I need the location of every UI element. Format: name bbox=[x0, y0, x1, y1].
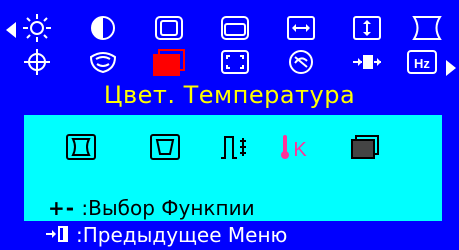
k-label: K bbox=[293, 139, 307, 161]
degauss-icon[interactable] bbox=[284, 47, 318, 77]
frequency-label: Hz bbox=[414, 56, 430, 71]
parallelogram-sub-icon[interactable] bbox=[218, 132, 252, 162]
osd-menu: Hz Цвет. Температура K +-:Выбор Функпии… bbox=[0, 0, 459, 250]
rotation-icon[interactable] bbox=[20, 47, 54, 77]
v-position-icon[interactable] bbox=[350, 13, 384, 43]
contrast-icon[interactable] bbox=[86, 13, 120, 43]
pincushion-sub-icon[interactable] bbox=[64, 132, 98, 162]
input-source-icon[interactable] bbox=[350, 47, 384, 77]
h-size-icon[interactable] bbox=[152, 13, 186, 43]
h-position-icon[interactable] bbox=[284, 13, 318, 43]
right-arrow-icon[interactable] bbox=[446, 60, 456, 76]
left-arrow-icon[interactable] bbox=[6, 22, 16, 38]
moire-icon[interactable] bbox=[86, 47, 120, 77]
hint-line: +- :Выбор Функпии bbox=[48, 195, 255, 221]
trapezoid-sub-icon[interactable] bbox=[148, 132, 182, 162]
footer-line: :Предыдущее Меню bbox=[46, 221, 287, 250]
brightness-icon[interactable] bbox=[20, 13, 54, 43]
hint-text: Выбор Функпии bbox=[88, 196, 255, 220]
footer-text: Предыдущее Меню bbox=[82, 223, 288, 247]
menu-title: Цвет. Температура bbox=[103, 81, 356, 109]
pincushion-icon[interactable] bbox=[410, 13, 444, 43]
frequency-icon[interactable]: Hz bbox=[405, 47, 439, 77]
temperature-k-sub-icon[interactable]: K bbox=[278, 132, 312, 162]
sub-menu-panel: K +- :Выбор Функпии bbox=[24, 115, 442, 221]
footer-separator: : bbox=[76, 223, 83, 247]
back-icon[interactable] bbox=[46, 223, 72, 250]
v-size-icon[interactable] bbox=[218, 13, 252, 43]
hint-keys: +- bbox=[48, 196, 76, 220]
color-temperature-icon[interactable] bbox=[152, 47, 186, 77]
zoom-icon[interactable] bbox=[218, 47, 252, 77]
color-adjust-sub-icon[interactable] bbox=[348, 132, 382, 162]
